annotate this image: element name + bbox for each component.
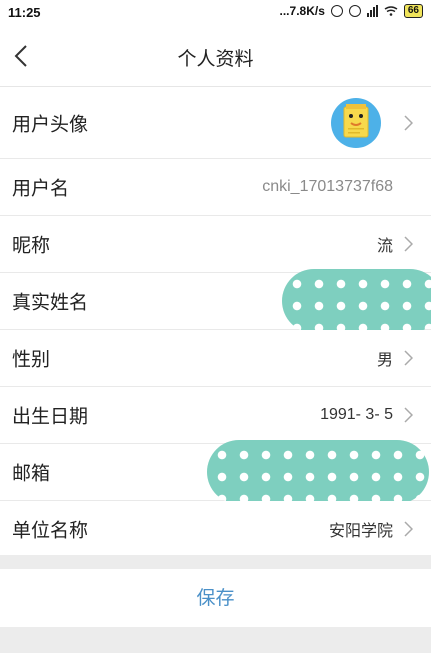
row-label: 邮箱 bbox=[12, 462, 51, 485]
section-divider bbox=[0, 555, 431, 569]
row-email[interactable]: 邮箱 bbox=[0, 440, 431, 504]
nickname-value: 流 bbox=[376, 238, 393, 255]
row-label: 性别 bbox=[12, 348, 51, 371]
row-organization[interactable]: 单位名称 安阳学院 bbox=[0, 501, 431, 558]
chevron-right-icon bbox=[404, 236, 413, 252]
redaction-mark bbox=[207, 440, 429, 504]
row-nickname[interactable]: 昵称 流 bbox=[0, 216, 431, 273]
gender-value: 男 bbox=[376, 352, 393, 369]
redaction-mark bbox=[282, 269, 431, 333]
row-label: 真实姓名 bbox=[12, 291, 89, 314]
chevron-right-icon bbox=[404, 350, 413, 366]
row-username: 用户名 cnki_17013737f68 bbox=[0, 159, 431, 216]
row-avatar[interactable]: 用户头像 bbox=[0, 88, 431, 159]
status-bar: 11:25 ...7.8K/s 66 bbox=[0, 0, 431, 26]
chevron-right-icon bbox=[404, 407, 413, 423]
avatar bbox=[331, 98, 381, 148]
birthday-value: 1991- 3- 5 bbox=[320, 406, 393, 423]
row-birthday[interactable]: 出生日期 1991- 3- 5 bbox=[0, 387, 431, 444]
username-value: cnki_17013737f68 bbox=[262, 178, 393, 195]
alarm-icon bbox=[330, 5, 343, 17]
row-gender[interactable]: 性别 男 bbox=[0, 330, 431, 387]
page-title: 个人资料 bbox=[177, 48, 254, 70]
profile-list: 用户头像 用户名 cnki_17013737f68 昵称 流 真实姓名 性别 男… bbox=[0, 88, 431, 558]
avatar-notepad-icon bbox=[343, 104, 369, 138]
row-label: 用户头像 bbox=[12, 113, 89, 136]
status-right: ...7.8K/s 66 bbox=[280, 4, 423, 18]
bottom-area bbox=[0, 627, 431, 653]
status-time: 11:25 bbox=[8, 5, 41, 20]
row-real-name[interactable]: 真实姓名 bbox=[0, 269, 431, 333]
wifi-icon bbox=[384, 6, 398, 16]
clock-icon bbox=[348, 5, 361, 17]
row-label: 昵称 bbox=[12, 234, 51, 257]
chevron-right-icon bbox=[404, 115, 413, 131]
row-label: 出生日期 bbox=[12, 405, 89, 428]
save-button[interactable]: 保存 bbox=[0, 569, 431, 627]
header: 个人资料 bbox=[0, 26, 431, 87]
network-speed: ...7.8K/s bbox=[279, 4, 325, 18]
chevron-right-icon bbox=[404, 521, 413, 537]
battery-icon: 66 bbox=[403, 4, 423, 18]
row-label: 单位名称 bbox=[12, 519, 89, 542]
row-label: 用户名 bbox=[12, 177, 70, 200]
organization-value: 安阳学院 bbox=[328, 523, 393, 540]
signal-icon bbox=[366, 5, 378, 17]
